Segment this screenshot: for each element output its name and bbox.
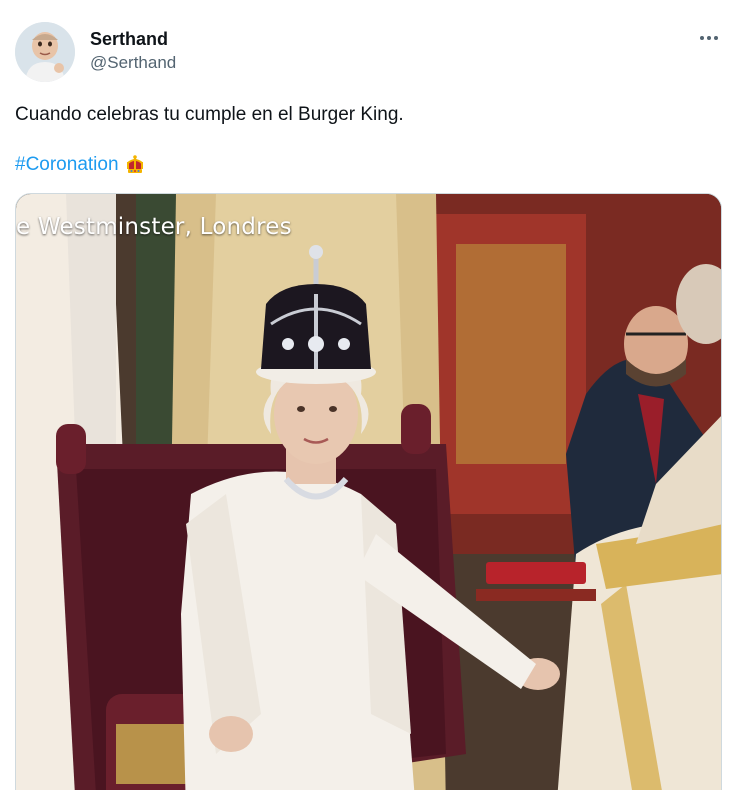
more-options-button[interactable] xyxy=(695,26,723,50)
author-block: Serthand @Serthand xyxy=(90,28,176,74)
hashtag-link[interactable]: #Coronation xyxy=(15,153,119,177)
tweet: Serthand @Serthand Cuando celebras tu cu… xyxy=(0,0,735,790)
more-dot-icon xyxy=(700,36,704,40)
display-name[interactable]: Serthand xyxy=(90,28,176,50)
hashtag-line: #Coronation xyxy=(15,153,146,177)
tweet-text: Cuando celebras tu cumple en el Burger K… xyxy=(15,104,404,125)
tweet-photo[interactable]: e Westminster, Londres xyxy=(15,193,722,790)
more-dot-icon xyxy=(707,36,711,40)
user-handle[interactable]: @Serthand xyxy=(90,52,176,74)
avatar[interactable] xyxy=(15,22,75,82)
crown-emoji-icon xyxy=(124,154,146,176)
video-caption: e Westminster, Londres xyxy=(16,214,292,240)
more-dot-icon xyxy=(714,36,718,40)
coronation-photo xyxy=(16,194,721,790)
